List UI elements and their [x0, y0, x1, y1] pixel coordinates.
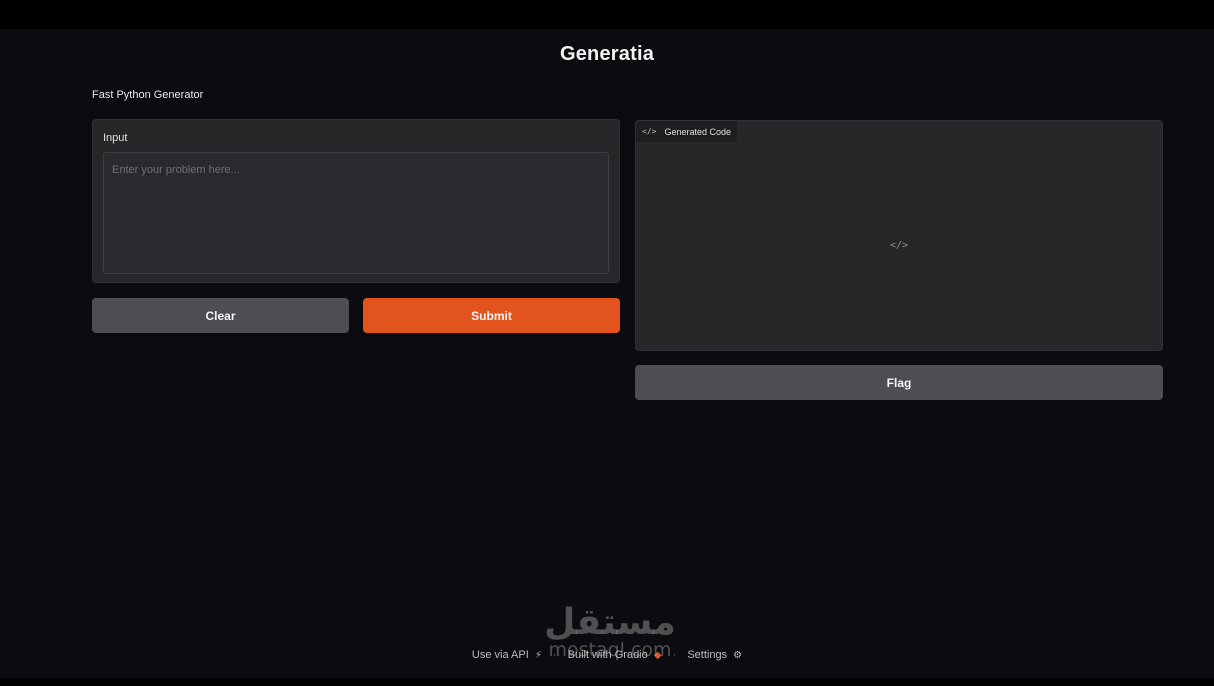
gradio-logo-icon: ◆: [653, 649, 662, 661]
built-with-gradio-link[interactable]: Built with Gradio ◆: [568, 649, 665, 661]
flag-button[interactable]: Flag: [635, 365, 1163, 400]
footer-separator: ·: [552, 649, 557, 662]
settings-link[interactable]: Settings ⚙: [687, 649, 742, 661]
footer: Use via API ⚡ · Built with Gradio ◆ · Se…: [0, 649, 1214, 661]
built-with-gradio-label: Built with Gradio: [567, 649, 648, 662]
top-black-bar: [0, 0, 1214, 29]
generated-code-label: Generated Code: [664, 126, 731, 137]
gear-icon: ⚙: [733, 649, 743, 661]
code-brackets-icon: </>: [642, 127, 657, 136]
submit-button[interactable]: Submit: [363, 298, 620, 333]
rocket-icon: ⚡: [534, 649, 542, 661]
app-title: Generatia: [559, 43, 655, 65]
bottom-black-bar: [0, 678, 1214, 686]
settings-label: Settings: [687, 649, 728, 662]
generated-code-panel: </> Generated Code </>: [635, 120, 1163, 351]
code-placeholder-icon: </>: [890, 240, 909, 251]
app-description: Fast Python Generator: [92, 89, 204, 101]
use-via-api-link[interactable]: Use via API ⚡: [472, 649, 545, 661]
clear-button[interactable]: Clear: [92, 298, 349, 333]
footer-separator: ·: [672, 649, 677, 662]
input-label: Input: [103, 132, 128, 144]
input-panel: Input: [92, 119, 620, 283]
generated-code-label-tab: </> Generated Code: [636, 121, 737, 142]
use-via-api-label: Use via API: [471, 649, 529, 662]
problem-input[interactable]: [103, 152, 609, 274]
